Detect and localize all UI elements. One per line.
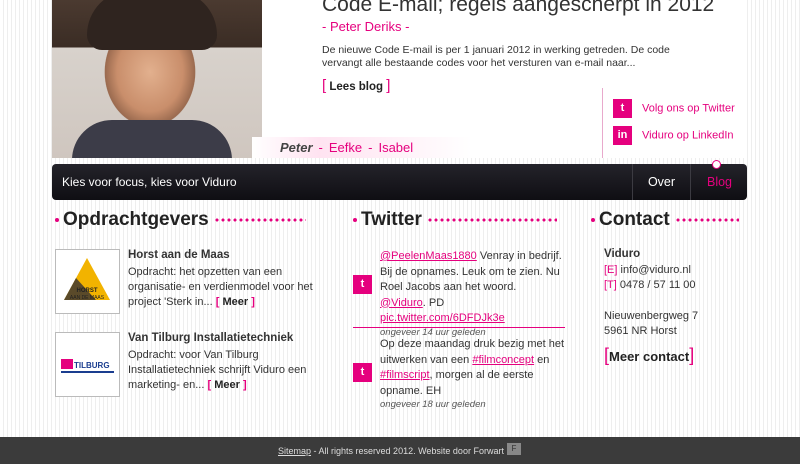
client-name[interactable]: Horst aan de Maas <box>128 249 230 261</box>
vantilburg-logo[interactable]: TILBURG <box>55 332 120 397</box>
social-links: t Volg ons op Twitter in Viduro op LinkedI… <box>602 88 747 158</box>
blog-excerpt: De nieuwe Code E-mail is per 1 januari 2… <box>322 44 670 69</box>
more-contact-button[interactable]: [Meer contact] <box>604 345 694 366</box>
twitter-icon: t <box>353 275 372 294</box>
person-isabel[interactable]: Isabel <box>378 140 413 155</box>
clients-heading: Opdrachtgevers <box>55 209 307 231</box>
svg-text:TILBURG: TILBURG <box>74 361 110 370</box>
twitter-icon: t <box>613 99 632 118</box>
linkedin-link[interactable]: in Viduro op LinkedIn <box>613 126 734 145</box>
email-link[interactable]: info@viduro.nl <box>621 264 691 276</box>
phone-number: 0478 / 57 11 00 <box>619 279 696 291</box>
svg-text:AAN DE MAAS: AAN DE MAAS <box>70 295 105 301</box>
client-desc: Opdracht: het opzetten van een organisat… <box>128 266 313 308</box>
person-peter[interactable]: Peter <box>280 140 313 155</box>
tweet-text: @PeelenMaas1880 Venray in bedrijf. Bij d… <box>380 249 565 339</box>
client-desc: Opdracht: voor Van Tilburg Installatiete… <box>128 349 307 391</box>
tweet-text: Op deze maandag druk bezig met het uitwe… <box>380 338 565 410</box>
client-name[interactable]: Van Tilburg Installatietechniek <box>128 332 293 344</box>
read-blog-button[interactable]: [ Lees blog ] <box>322 77 390 94</box>
main-nav: Kies voor focus, kies voor Viduro Over B… <box>52 160 748 200</box>
contact-details: Viduro [E] info@viduro.nl [T] 0478 / 57 … <box>604 247 698 340</box>
active-indicator <box>712 160 721 169</box>
svg-text:HORST: HORST <box>77 288 98 294</box>
people-switcher: Peter - Eefke - Isabel <box>280 140 414 155</box>
street: Nieuwenbergweg 7 <box>604 309 699 322</box>
linkedin-icon: in <box>613 126 632 145</box>
tweet-divider <box>353 327 565 328</box>
blog-title: Code E-mail; regels aangescherpt in 2012 <box>322 0 715 16</box>
hero-banner: Peter - Eefke - Isabel Code E-mail; regels a… <box>52 0 747 158</box>
client-more-link[interactable]: [ Meer ] <box>216 296 255 308</box>
twitter-follow-link[interactable]: t Volg ons op Twitter <box>613 99 735 118</box>
footer: Sitemap - All rights reserved 2012. Webs… <box>0 437 800 464</box>
sitemap-link[interactable]: Sitemap <box>278 446 311 456</box>
twitter-heading: Twitter <box>353 209 558 231</box>
contact-heading: Contact <box>591 209 740 231</box>
nav-item-blog[interactable]: Blog <box>690 164 748 200</box>
person-eefke[interactable]: Eefke <box>329 140 362 155</box>
city: 5961 NR Horst <box>604 325 677 337</box>
twitter-icon: t <box>353 363 372 382</box>
footer-text: Sitemap - All rights reserved 2012. Webs… <box>278 446 504 456</box>
horst-logo[interactable]: HORST AAN DE MAAS <box>55 249 120 314</box>
blog-author: - Peter Deriks - <box>322 19 410 34</box>
forwart-icon[interactable]: F <box>507 443 521 455</box>
company-name: Viduro <box>604 248 641 260</box>
nav-tagline: Kies voor focus, kies voor Viduro <box>62 175 237 189</box>
portrait-photo <box>52 0 262 158</box>
client-more-link[interactable]: [ Meer ] <box>207 379 246 391</box>
tweet-time: ongeveer 18 uur geleden <box>380 399 486 410</box>
nav-item-over[interactable]: Over <box>632 164 690 200</box>
